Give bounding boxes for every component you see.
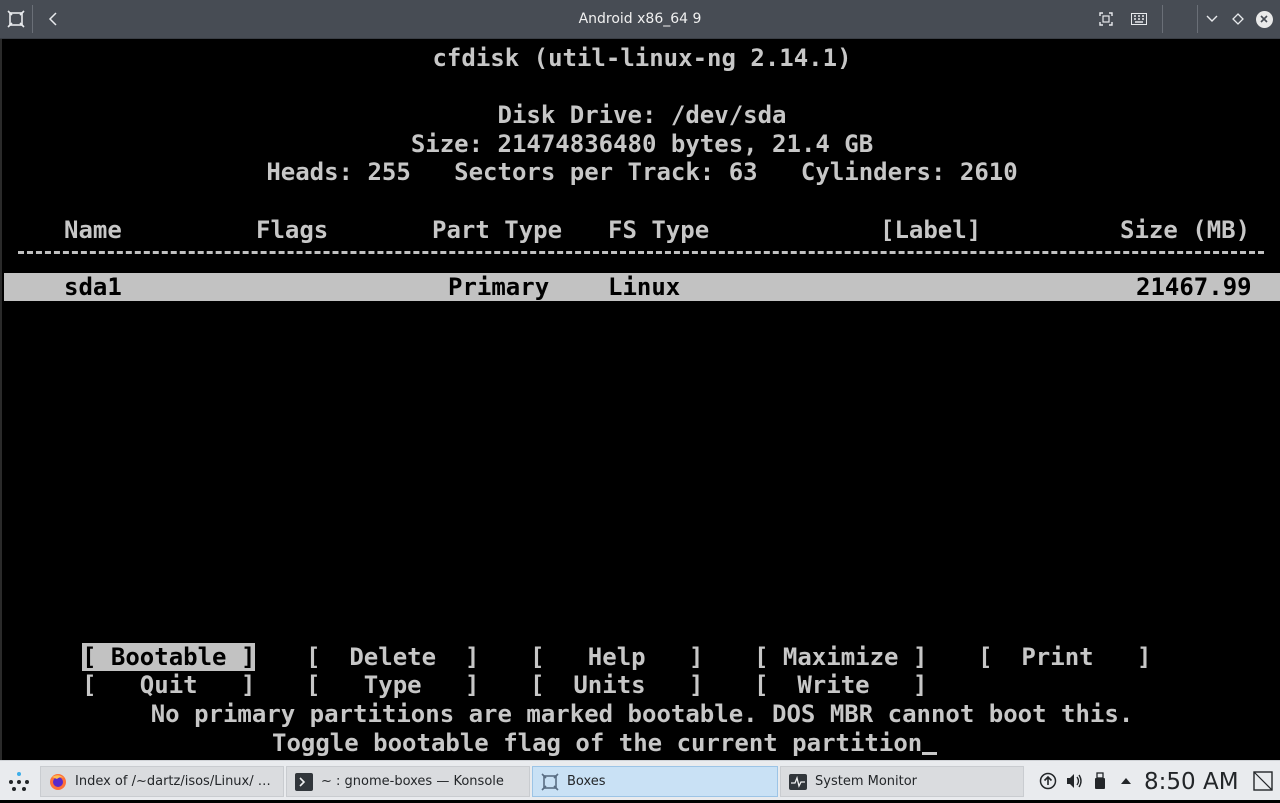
delete-button[interactable]: [ Delete ] bbox=[306, 643, 479, 671]
show-desktop-icon[interactable] bbox=[1253, 771, 1273, 791]
column-size: Size (MB) bbox=[1120, 216, 1251, 244]
chevron-left-icon[interactable] bbox=[41, 0, 67, 38]
column-label: [Label] bbox=[880, 216, 982, 244]
boxes-icon bbox=[541, 772, 559, 791]
firefox-icon bbox=[49, 773, 67, 791]
partition-name: sda1 bbox=[64, 273, 122, 301]
print-button[interactable]: [ Print ] bbox=[978, 643, 1151, 671]
column-name: Name bbox=[64, 216, 122, 244]
keyboard-icon[interactable] bbox=[1126, 0, 1152, 38]
bootable-button[interactable]: [ Bootable ] bbox=[82, 643, 256, 671]
system-monitor-icon bbox=[789, 773, 807, 791]
close-icon[interactable] bbox=[1251, 0, 1277, 38]
clock[interactable]: 8:50 AM bbox=[1144, 761, 1239, 801]
partition-fs-type: Linux bbox=[608, 273, 681, 301]
disk-geometry-line: Heads: 255 Sectors per Track: 63 Cylinde… bbox=[266, 158, 1018, 186]
vm-console[interactable]: cfdisk (util-linux-ng 2.14.1) Disk Drive… bbox=[0, 39, 1280, 760]
diamond-icon[interactable] bbox=[1225, 0, 1251, 38]
quit-button[interactable]: [ Quit ] bbox=[82, 671, 255, 699]
separator bbox=[1162, 5, 1163, 33]
header-divider bbox=[18, 251, 1264, 254]
terminal-icon bbox=[295, 772, 313, 791]
volume-icon[interactable] bbox=[1065, 772, 1083, 790]
column-part-type: Part Type bbox=[432, 216, 563, 244]
chevron-down-icon[interactable] bbox=[1199, 0, 1225, 38]
title-bar: Android x86_64 9 bbox=[0, 0, 1280, 39]
task-label: Index of /~dartz/isos/Linux/ — ... bbox=[75, 774, 283, 789]
fullscreen-icon[interactable] bbox=[1093, 0, 1119, 38]
status-hint-text: Toggle bootable flag of the current part… bbox=[272, 729, 923, 757]
app-launcher-icon[interactable] bbox=[8, 771, 30, 793]
task-label: Boxes bbox=[567, 774, 606, 789]
partition-part-type: Primary bbox=[448, 273, 550, 301]
text-cursor bbox=[922, 752, 938, 755]
status-hint: Toggle bootable flag of the current part… bbox=[272, 728, 938, 758]
window-title: Android x86_64 9 bbox=[578, 11, 702, 27]
task-boxes[interactable]: Boxes bbox=[532, 766, 778, 797]
type-button[interactable]: [ Type ] bbox=[306, 671, 479, 699]
task-system-monitor[interactable]: System Monitor bbox=[780, 766, 1024, 797]
usb-icon[interactable] bbox=[1091, 772, 1109, 790]
units-button[interactable]: [ Units ] bbox=[530, 671, 703, 699]
column-fs-type: FS Type bbox=[608, 216, 710, 244]
task-firefox[interactable]: Index of /~dartz/isos/Linux/ — ... bbox=[40, 766, 284, 797]
separator bbox=[32, 5, 33, 33]
taskbar: Index of /~dartz/isos/Linux/ — ... ~ : g… bbox=[0, 760, 1280, 800]
help-button[interactable]: [ Help ] bbox=[530, 643, 703, 671]
task-label: ~ : gnome-boxes — Konsole bbox=[321, 774, 504, 789]
task-konsole[interactable]: ~ : gnome-boxes — Konsole bbox=[286, 766, 530, 797]
disk-drive-line: Disk Drive: /dev/sda bbox=[497, 101, 787, 129]
cfdisk-header: cfdisk (util-linux-ng 2.14.1) bbox=[432, 44, 852, 72]
disk-size-line: Size: 21474836480 bytes, 21.4 GB bbox=[410, 130, 874, 158]
chevron-up-icon[interactable] bbox=[1117, 772, 1135, 790]
partition-size: 21467.99 bbox=[1136, 273, 1252, 301]
boxes-icon[interactable] bbox=[3, 0, 29, 38]
maximize-button[interactable]: [ Maximize ] bbox=[754, 643, 927, 671]
write-button[interactable]: [ Write ] bbox=[754, 671, 927, 699]
bootable-warning: No primary partitions are marked bootabl… bbox=[150, 700, 1134, 728]
separator bbox=[1197, 5, 1198, 33]
column-flags: Flags bbox=[256, 216, 329, 244]
task-label: System Monitor bbox=[815, 774, 918, 789]
update-icon[interactable] bbox=[1039, 772, 1057, 790]
